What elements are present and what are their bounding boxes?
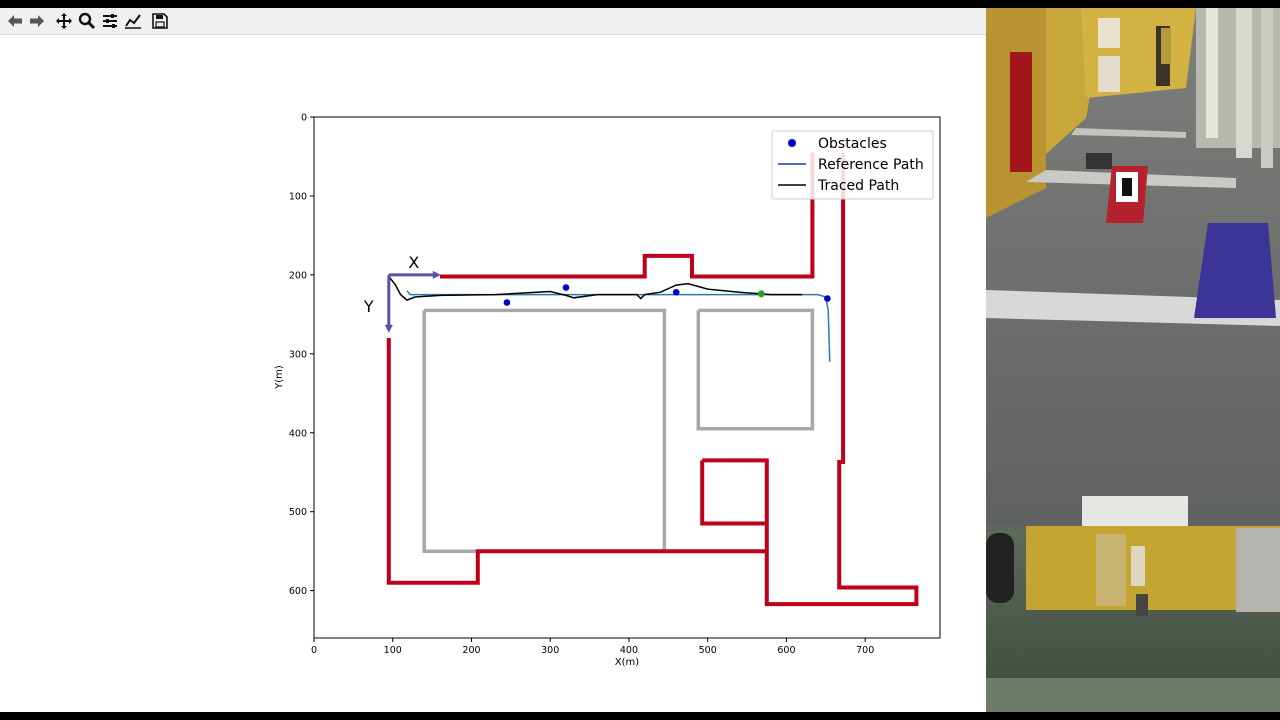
camera-feed-panel bbox=[986, 8, 1280, 712]
bottom-letterbox bbox=[0, 712, 1280, 720]
plot-toolbar bbox=[0, 8, 986, 35]
zoom-button[interactable] bbox=[76, 10, 98, 32]
move-icon bbox=[56, 13, 72, 29]
x-tick-label: 400 bbox=[620, 645, 638, 656]
goal-point bbox=[757, 290, 765, 298]
top-letterbox bbox=[0, 0, 1280, 8]
customize-button[interactable] bbox=[122, 10, 144, 32]
line-chart-icon bbox=[125, 14, 141, 29]
magnifier-icon bbox=[78, 12, 96, 30]
obstacle-point-2 bbox=[672, 288, 680, 296]
corridor-camera-image bbox=[986, 8, 1280, 712]
obstacle-point-1 bbox=[562, 284, 570, 291]
legend-label: Obstacles bbox=[818, 136, 887, 152]
y-axis-label: Y(m) bbox=[274, 365, 285, 390]
y-tick-label: 100 bbox=[289, 191, 307, 202]
y-tick-label: 500 bbox=[289, 507, 307, 518]
x-axis-label: X(m) bbox=[615, 657, 639, 668]
y-tick-label: 400 bbox=[289, 428, 307, 439]
obstacle-point-3 bbox=[824, 295, 831, 302]
matplotlib-window: X Y 0 100 200 300 400 500 600 700 0 100 200 300 400 50… bbox=[0, 8, 986, 712]
back-button[interactable] bbox=[4, 10, 26, 32]
x-tick-label: 500 bbox=[699, 645, 717, 656]
legend-label: Traced Path bbox=[817, 178, 899, 194]
x-tick-label: 700 bbox=[856, 645, 874, 656]
x-tick-label: 0 bbox=[311, 645, 317, 656]
forward-arrow-icon bbox=[30, 15, 44, 27]
forward-button[interactable] bbox=[26, 10, 48, 32]
legend-label: Reference Path bbox=[818, 157, 924, 173]
legend: Obstacles Reference Path Traced Path bbox=[771, 130, 934, 200]
x-tick-label: 300 bbox=[541, 645, 559, 656]
x-tick-label: 100 bbox=[384, 645, 402, 656]
x-tick-label: 600 bbox=[777, 645, 795, 656]
y-tick-label: 200 bbox=[289, 270, 307, 281]
frame-y-label: Y bbox=[363, 297, 374, 316]
back-arrow-icon bbox=[8, 15, 22, 27]
pan-button[interactable] bbox=[53, 10, 75, 32]
sliders-icon bbox=[103, 14, 117, 28]
legend-marker-obstacles bbox=[788, 139, 796, 147]
floppy-disk-icon bbox=[152, 13, 168, 29]
frame-x-label: X bbox=[408, 253, 419, 272]
y-tick-label: 0 bbox=[301, 113, 307, 124]
subplots-button[interactable] bbox=[99, 10, 121, 32]
obstacle-point-0 bbox=[503, 299, 511, 306]
save-button[interactable] bbox=[149, 10, 171, 32]
y-tick-label: 300 bbox=[289, 349, 307, 360]
x-tick-label: 200 bbox=[462, 645, 480, 656]
figure-canvas[interactable]: X Y 0 100 200 300 400 500 600 700 0 100 200 300 400 50… bbox=[0, 35, 986, 712]
y-tick-label: 600 bbox=[289, 586, 307, 597]
